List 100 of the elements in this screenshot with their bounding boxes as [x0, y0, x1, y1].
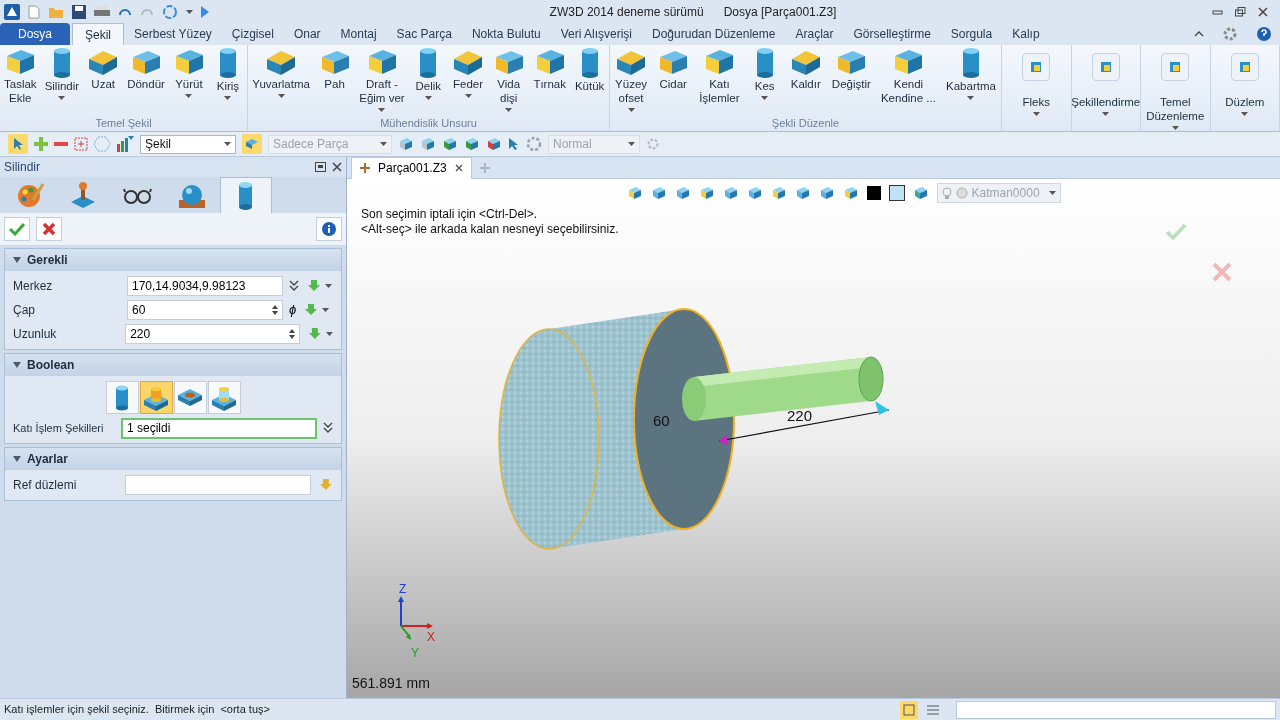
ribbon-menu-button[interactable]: Temel Düzenleme: [1146, 95, 1205, 130]
settings-icon[interactable]: [1222, 26, 1238, 42]
save-icon[interactable]: [72, 4, 86, 19]
print-icon[interactable]: [94, 4, 110, 19]
check-icon[interactable]: [1165, 223, 1187, 241]
ribbon-tool-button[interactable]: Kes: [747, 47, 782, 113]
selection-field[interactable]: 1 seçildi: [121, 417, 317, 439]
close-icon[interactable]: [332, 162, 342, 172]
ribbon-menu-button[interactable]: Şekillendirme: [1071, 95, 1141, 116]
menu-tab[interactable]: Montaj: [330, 23, 387, 45]
background-swatch-icon[interactable]: [888, 185, 905, 201]
close-icon[interactable]: [454, 164, 463, 172]
solid-cube-icon[interactable]: [746, 185, 763, 201]
menu-tab[interactable]: Araçlar: [785, 23, 844, 45]
gear-icon[interactable]: [526, 136, 542, 152]
color-swatch-icon[interactable]: [866, 186, 881, 200]
box-select-icon[interactable]: [74, 137, 88, 151]
ribbon-tool-button[interactable]: Kendi Kendine ...: [878, 47, 938, 113]
menu-tab[interactable]: Veri Alışverişi: [550, 23, 643, 45]
double-chevron-icon[interactable]: [323, 422, 333, 434]
ribbon-panel-button[interactable]: [1022, 53, 1051, 81]
ribbon-tool-button[interactable]: Pah: [316, 47, 353, 113]
tree-view-icon[interactable]: [900, 700, 918, 719]
restore-icon[interactable]: [1235, 6, 1246, 17]
input-field[interactable]: 170,14.9034,9.98123: [127, 276, 283, 296]
menu-tab[interactable]: Kalıp: [1002, 23, 1050, 45]
menu-tab[interactable]: Çizgisel: [221, 23, 284, 45]
ribbon-tool-button[interactable]: Döndür: [125, 47, 167, 113]
boolean-option-button[interactable]: [173, 381, 207, 414]
ok-button[interactable]: [4, 217, 30, 241]
boolean-option-button[interactable]: [105, 381, 139, 414]
select-cursor-icon[interactable]: [8, 134, 28, 154]
menu-tab[interactable]: Sac Parça: [386, 23, 462, 45]
collapse-ribbon-icon[interactable]: [1194, 31, 1204, 37]
part-filter-icon[interactable]: [242, 134, 262, 154]
filter-icon[interactable]: [116, 136, 134, 152]
rotate-icon[interactable]: [162, 3, 178, 20]
cube-icon[interactable]: [698, 185, 715, 201]
menu-tab[interactable]: Serbest Yüzey: [124, 23, 222, 45]
ribbon-tool-button[interactable]: Kabartma: [944, 47, 998, 113]
ribbon-tool-button[interactable]: Uzat: [85, 47, 122, 113]
menu-tab[interactable]: Sorgula: [940, 23, 1003, 45]
menu-tab[interactable]: Nokta Bulutu: [461, 23, 551, 45]
ribbon-tool-button[interactable]: Yuvarlatma: [250, 47, 312, 113]
ribbon-tool-button[interactable]: Kiriş: [210, 47, 245, 113]
ribbon-panel-button[interactable]: [1161, 53, 1190, 81]
spinner-icon[interactable]: [289, 328, 296, 340]
ribbon-panel-button[interactable]: [1091, 53, 1120, 81]
ribbon-tool-button[interactable]: Yüzey ofset: [613, 47, 650, 113]
play-icon[interactable]: [201, 5, 209, 18]
input-field[interactable]: 220: [125, 324, 301, 344]
block-icon[interactable]: [674, 185, 691, 201]
menu-tab[interactable]: Dosya: [0, 23, 70, 45]
menu-tab[interactable]: Doğurudan Düzenleme: [642, 23, 786, 45]
info-button[interactable]: [316, 217, 342, 241]
command-field[interactable]: [956, 700, 1276, 719]
section-header[interactable]: Boolean: [5, 354, 341, 376]
ribbon-tool-button[interactable]: Draft - Eğim ver: [357, 47, 407, 113]
ribbon-tool-button[interactable]: Kaldır: [787, 47, 824, 113]
close-icon[interactable]: [1258, 6, 1268, 17]
ribbon-tool-button[interactable]: Vida dişi: [490, 47, 527, 113]
list-icon[interactable]: [926, 702, 940, 717]
layer-icon[interactable]: [912, 185, 929, 201]
boolean-option-button[interactable]: [207, 381, 241, 414]
ribbon-tool-button[interactable]: Taslak Ekle: [2, 47, 39, 113]
pick-arrow-icon[interactable]: [308, 327, 323, 341]
ribbon-tool-button[interactable]: Katı İşlemler: [697, 47, 742, 113]
restore-icon[interactable]: [315, 162, 326, 172]
cancel-button[interactable]: [36, 217, 62, 241]
ribbon-tool-button[interactable]: Tırnak: [531, 47, 568, 113]
app-logo-icon[interactable]: [4, 3, 20, 20]
undo-icon[interactable]: [118, 6, 132, 17]
ribbon-tool-button[interactable]: Yürüt: [170, 47, 207, 113]
panel-tab[interactable]: [220, 177, 272, 213]
pick-arrow-icon[interactable]: [304, 303, 319, 317]
dropdown-field[interactable]: Şekil: [140, 134, 236, 154]
section-header[interactable]: Gerekli: [5, 249, 341, 271]
boolean-option-button[interactable]: [139, 381, 173, 414]
new-file-icon[interactable]: [28, 4, 40, 19]
help-icon[interactable]: [1256, 26, 1272, 42]
menu-tab[interactable]: Şekil: [72, 23, 125, 45]
menu-tab[interactable]: Görselleştirme: [843, 23, 941, 45]
input-field[interactable]: 60: [127, 300, 283, 320]
ribbon-tool-button[interactable]: Değiştir: [829, 47, 873, 113]
ribbon-tool-button[interactable]: Feder: [450, 47, 486, 113]
document-tab[interactable]: Parça001.Z3: [351, 156, 472, 179]
ribbon-tool-button[interactable]: Cidar: [655, 47, 692, 113]
ribbon-tool-button[interactable]: Kütük: [572, 47, 607, 113]
ribbon-panel-button[interactable]: [1230, 53, 1259, 81]
pointer-icon[interactable]: [508, 137, 520, 151]
ribbon-menu-button[interactable]: Düzlem: [1225, 95, 1265, 116]
ribbon-tool-button[interactable]: Delik: [411, 47, 446, 113]
input-field[interactable]: [124, 475, 312, 495]
double-chevron-icon[interactable]: [289, 280, 299, 292]
spinner-icon[interactable]: [272, 304, 278, 316]
ribbon-tool-button[interactable]: Silindir: [42, 47, 82, 113]
menu-tab[interactable]: Onar: [283, 23, 331, 45]
section-header[interactable]: Ayarlar: [5, 448, 341, 470]
ribbon-menu-button[interactable]: Fleks: [1022, 95, 1050, 116]
pick-arrow-icon[interactable]: [307, 279, 321, 293]
